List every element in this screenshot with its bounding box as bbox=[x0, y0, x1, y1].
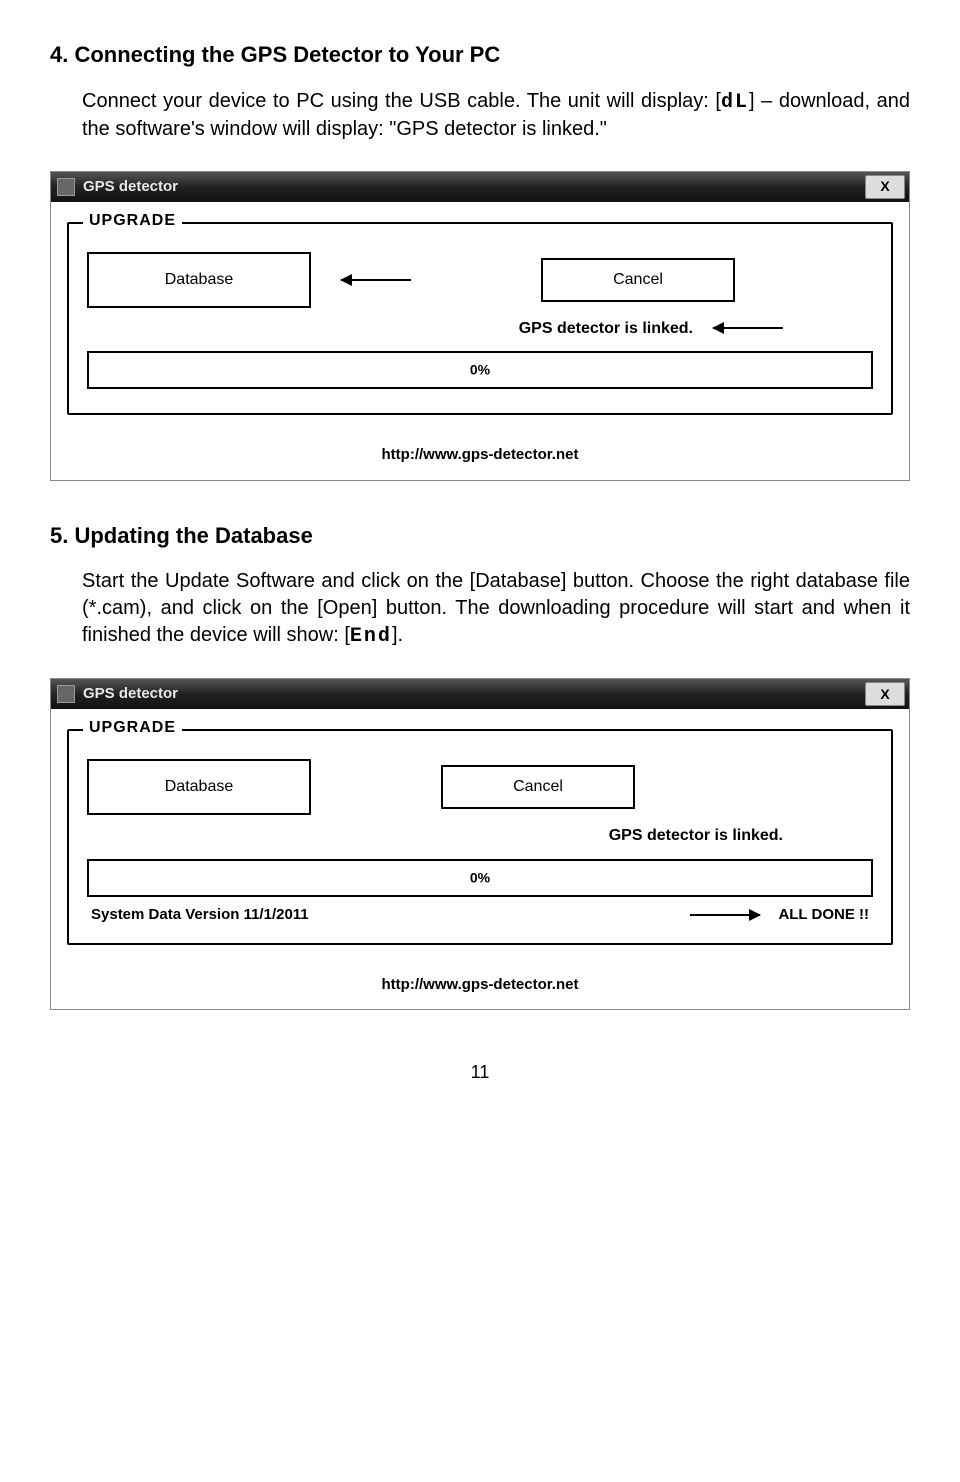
done-area: ALL DONE !! bbox=[690, 905, 869, 925]
info-row: System Data Version 11/1/2011 ALL DONE !… bbox=[87, 905, 873, 925]
section-4-body: Connect your device to PC using the USB … bbox=[82, 88, 910, 143]
window-title: GPS detector bbox=[83, 684, 178, 704]
arrow-icon bbox=[341, 279, 411, 281]
progress-bar: 0% bbox=[87, 351, 873, 389]
status-text: GPS detector is linked. bbox=[519, 318, 693, 340]
version-text: System Data Version 11/1/2011 bbox=[91, 905, 309, 925]
upgrade-group: UPGRADE Database Cancel GPS detector is … bbox=[67, 222, 893, 416]
progress-bar: 0% bbox=[87, 859, 873, 897]
titlebar: GPS detector X bbox=[51, 679, 909, 709]
app-icon bbox=[57, 685, 75, 703]
status-text: GPS detector is linked. bbox=[609, 825, 783, 847]
section-5-body: Start the Update Software and click on t… bbox=[82, 568, 910, 650]
window-body: UPGRADE Database Cancel GPS detector is … bbox=[51, 709, 909, 1009]
window-body: UPGRADE Database Cancel GPS detector is … bbox=[51, 202, 909, 480]
cancel-button[interactable]: Cancel bbox=[441, 765, 635, 809]
arrow-icon bbox=[690, 914, 760, 916]
page-number: 11 bbox=[50, 1060, 910, 1084]
close-button[interactable]: X bbox=[865, 682, 905, 706]
url-text: http://www.gps-detector.net bbox=[67, 975, 893, 995]
app-icon bbox=[57, 178, 75, 196]
status-row: GPS detector is linked. bbox=[87, 318, 873, 340]
button-row: Database Cancel bbox=[87, 759, 873, 815]
section-4-title: 4. Connecting the GPS Detector to Your P… bbox=[50, 40, 910, 70]
url-text: http://www.gps-detector.net bbox=[67, 445, 893, 465]
titlebar: GPS detector X bbox=[51, 172, 909, 202]
arrow-icon bbox=[713, 327, 783, 329]
group-legend: UPGRADE bbox=[83, 717, 182, 739]
section-4-text-1: Connect your device to PC using the USB … bbox=[82, 90, 721, 112]
close-button[interactable]: X bbox=[865, 175, 905, 199]
database-button[interactable]: Database bbox=[87, 759, 311, 815]
done-text: ALL DONE !! bbox=[778, 905, 869, 925]
section-5-title: 5. Updating the Database bbox=[50, 521, 910, 551]
section-5-text-1: Start the Update Software and click on t… bbox=[82, 570, 910, 646]
seg7-dl: dL bbox=[721, 91, 749, 114]
upgrade-group: UPGRADE Database Cancel GPS detector is … bbox=[67, 729, 893, 945]
app-window-1: GPS detector X UPGRADE Database Cancel G… bbox=[50, 171, 910, 481]
seg7-end: End bbox=[350, 625, 392, 648]
group-legend: UPGRADE bbox=[83, 210, 182, 232]
status-row: GPS detector is linked. bbox=[87, 825, 873, 847]
cancel-button[interactable]: Cancel bbox=[541, 258, 735, 302]
button-row: Database Cancel bbox=[87, 252, 873, 308]
progress-label: 0% bbox=[470, 361, 490, 380]
app-window-2: GPS detector X UPGRADE Database Cancel G… bbox=[50, 678, 910, 1010]
progress-label: 0% bbox=[470, 868, 490, 887]
database-button[interactable]: Database bbox=[87, 252, 311, 308]
section-5-text-2: ]. bbox=[392, 624, 403, 646]
window-title: GPS detector bbox=[83, 177, 178, 197]
